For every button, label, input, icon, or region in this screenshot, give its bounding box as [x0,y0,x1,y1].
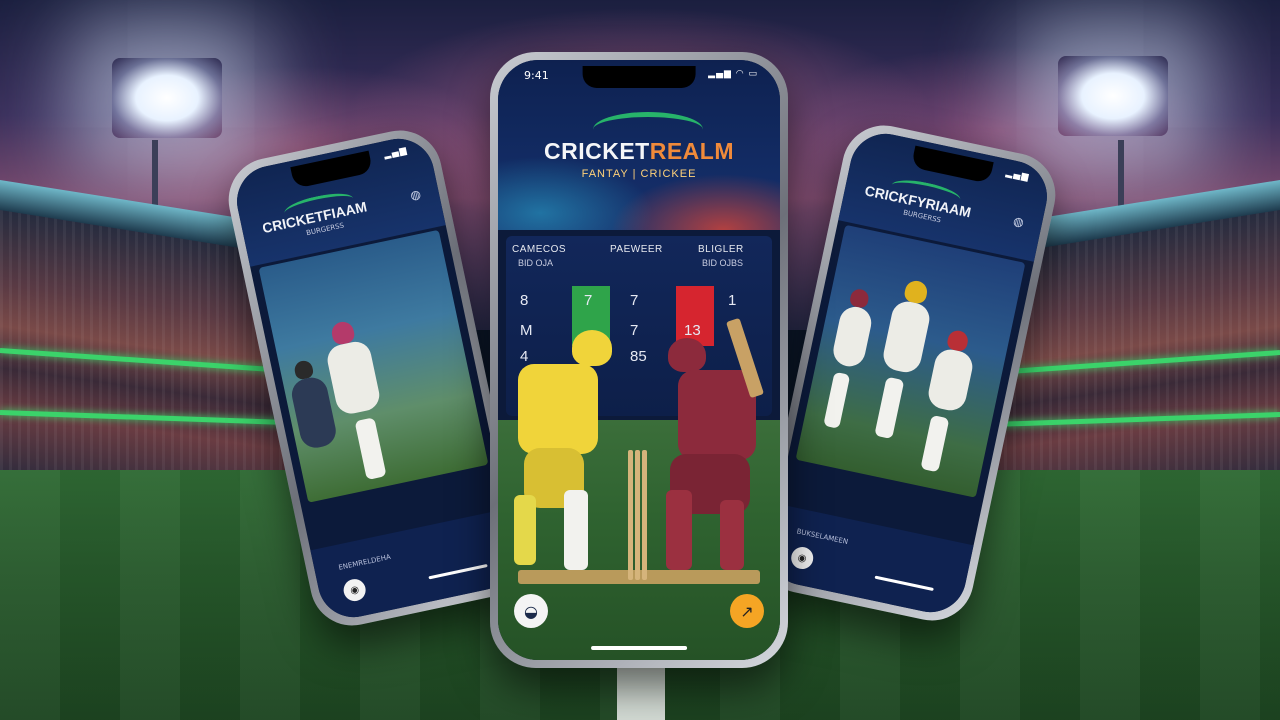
app-logo-part2: REALM [649,138,734,164]
settings-icon[interactable]: ◍ [1012,214,1025,230]
app-subtitle: FANTAY | CRICKEE [581,168,697,180]
score-cell: 8 [520,292,529,309]
score-cell: 7 [630,322,639,339]
batting-pad [823,371,851,429]
batting-pad [920,414,950,473]
helmet [848,287,871,309]
status-icons: ▂▄▆ [383,145,409,161]
player-photo [258,229,489,503]
home-indicator [591,646,687,650]
batting-pad [354,417,387,481]
jersey-maroon [678,370,756,460]
score-cell: 7 [630,292,639,309]
helmet-yellow [572,330,612,366]
scoreboard-col2-header: PAEWEER [610,244,663,255]
floodlight-right [1058,56,1168,136]
phone-center-screen: 9:41 ▂▄▆ ◠ ▭ CRICKETREALM FANTAY | CRICK… [498,60,780,660]
batsman-yellow [506,330,616,580]
batsman-maroon [656,317,766,590]
footer-label: ENEMRELDEHA [337,552,392,572]
player-photo [795,224,1026,498]
player-shirt [830,303,875,370]
score-cell: 85 [630,348,647,365]
helmet-maroon [668,338,706,372]
scoreboard-col3-sub: BID OJBS [702,258,744,268]
status-icons: ▂▄▆ [1004,168,1031,183]
stump [642,450,647,580]
status-time: 9:41 [524,69,549,82]
home-indicator [428,563,488,580]
play-button[interactable]: ◉ [789,545,816,572]
floodlight-left [112,58,222,138]
stump [628,450,633,580]
pitch-crease [617,668,665,720]
score-cell: 7 [584,292,593,309]
stumps [628,440,648,580]
pad-yellow-back [514,495,536,565]
jersey-yellow [518,364,598,454]
pad-maroon-back [720,500,744,570]
score-cell: 1 [728,292,737,309]
scoreboard-col1-header: CAMECOS [512,244,567,255]
status-bar: 9:41 ▂▄▆ ◠ ▭ [498,68,780,84]
app-logo: CRICKETREALM [498,138,780,165]
footer-label: BUKSELAMEEN [795,527,849,547]
right-action-button[interactable]: ↗ [730,594,764,628]
batting-pad [874,376,905,440]
stadium-scene: ▂▄▆ CRICKETFIAAM BURGERSS ◍ ENEMRELDEHA … [0,0,1280,720]
scoreboard-col3-header: BLIGLER [698,244,744,255]
status-icons: ▂▄▆ ◠ ▭ [708,69,758,79]
phone-center: 9:41 ▂▄▆ ◠ ▭ CRICKETREALM FANTAY | CRICK… [490,52,788,668]
home-indicator [874,575,934,592]
player-shirt [925,346,976,414]
pad-yellow-front [564,490,588,570]
left-action-button[interactable]: ◒ [514,594,548,628]
player-shirt [880,298,933,376]
pad-maroon-front [666,490,692,570]
app-logo-part1: CRICKET [543,138,650,164]
scoreboard-col1-sub: BID OJA [518,258,554,268]
umpire-shirt [288,374,339,451]
settings-icon[interactable]: ◍ [409,187,422,203]
stump [635,450,640,580]
play-button[interactable]: ◉ [341,577,368,604]
